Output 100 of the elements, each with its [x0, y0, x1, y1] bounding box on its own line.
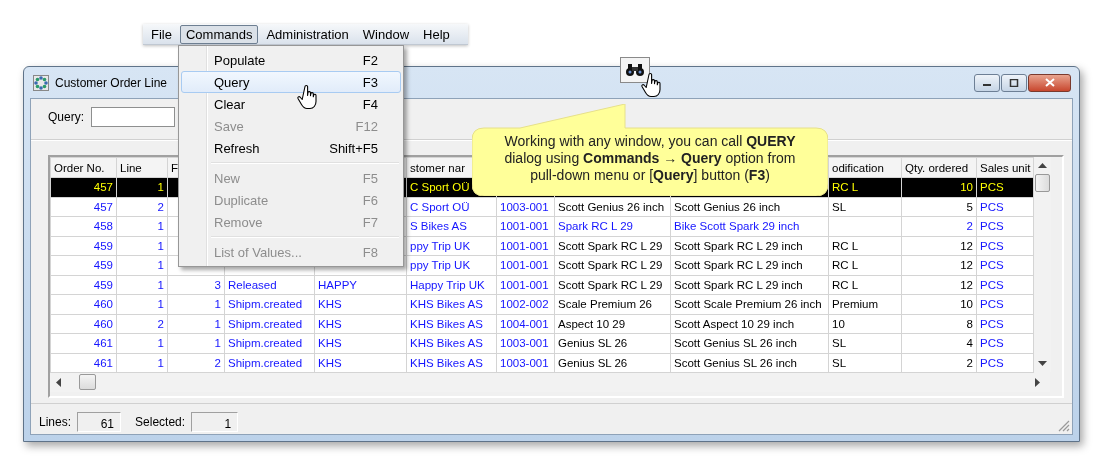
- menu-item[interactable]: Refresh Shift+F5: [181, 137, 401, 159]
- table-cell: Scott Genius SL 26 inch: [670, 333, 829, 353]
- table-cell: 460: [50, 294, 117, 314]
- menu-bar-item[interactable]: Administration: [260, 24, 355, 44]
- table-cell: Genius SL 26: [554, 353, 671, 373]
- menu-item[interactable]: Query F3: [181, 71, 401, 93]
- table-cell: Shipm.created: [224, 333, 315, 353]
- table-cell: 1001-001: [496, 236, 555, 256]
- menu-bar-item[interactable]: Window: [356, 24, 416, 44]
- table-cell: 2: [167, 353, 225, 373]
- table-cell: 1: [116, 333, 168, 353]
- table-cell: 458: [50, 216, 117, 236]
- menu-item[interactable]: Populate F2: [181, 49, 401, 71]
- table-cell: 1: [116, 294, 168, 314]
- maximize-icon: [1009, 78, 1019, 87]
- table-cell: 2: [116, 314, 168, 334]
- query-button[interactable]: [620, 57, 650, 83]
- table-cell: 1001-001: [496, 255, 555, 275]
- table-cell: 460: [50, 314, 117, 334]
- menu-bar-item[interactable]: File: [145, 24, 178, 44]
- table-cell: PCS: [976, 353, 1034, 373]
- table-cell: KHS Bikes AS: [406, 353, 497, 373]
- window-title: Customer Order Line: [55, 75, 168, 90]
- selected-count: 1: [191, 412, 239, 432]
- query-field[interactable]: [91, 107, 175, 127]
- column-header: Order No.: [50, 157, 117, 178]
- table-cell: Shipm.created: [224, 294, 315, 314]
- table-cell: 8: [901, 314, 977, 334]
- column-header: Sales unit: [976, 157, 1034, 178]
- table-cell: KHS: [314, 314, 407, 334]
- scroll-thumb[interactable]: [79, 374, 96, 390]
- table-cell: Genius SL 26: [554, 333, 671, 353]
- table-cell: PCS: [976, 236, 1034, 256]
- table-cell: RC L: [828, 236, 902, 256]
- table-cell: KHS Bikes AS: [406, 294, 497, 314]
- table-row[interactable]: 461 1 1 Shipm.created KHS KHS Bikes AS 1003-001 Genius SL 26 Scott Genius SL 26 inch SL 4 PCS: [50, 333, 1034, 353]
- resize-grip-icon[interactable]: [1058, 420, 1070, 432]
- scroll-up-icon[interactable]: [1038, 163, 1047, 168]
- maximize-button[interactable]: [1001, 73, 1027, 92]
- app-icon: [33, 74, 49, 91]
- menu-bar-item[interactable]: Commands: [179, 24, 259, 44]
- table-row[interactable]: 461 1 2 Shipm.created KHS KHS Bikes AS 1003-001 Genius SL 26 Scott Genius SL 26 inch SL 2 PCS: [50, 353, 1034, 373]
- lines-label: Lines:: [39, 415, 72, 429]
- table-cell: 1001-001: [496, 216, 555, 236]
- scroll-down-icon[interactable]: [1038, 361, 1047, 366]
- table-cell: Released: [224, 275, 315, 295]
- table-cell: ppy Trip UK: [406, 236, 497, 256]
- table-cell: KHS: [314, 294, 407, 314]
- table-cell: Happy Trip UK: [406, 275, 497, 295]
- close-icon: [1044, 78, 1055, 87]
- table-cell: RC L: [828, 255, 902, 275]
- column-header: Line: [116, 157, 168, 178]
- table-row[interactable]: 460 2 1 Shipm.created KHS KHS Bikes AS 1004-001 Aspect 10 29 Scott Aspect 10 29 inch 10 8 PCS: [50, 314, 1034, 334]
- table-cell: Scott Spark RC L 29: [554, 255, 671, 275]
- table-cell: PCS: [976, 294, 1034, 314]
- table-cell: 10: [828, 314, 902, 334]
- table-cell: Scott Spark RC L 29 inch: [670, 236, 829, 256]
- table-cell: Scott Spark RC L 29: [554, 275, 671, 295]
- table-cell: 5: [901, 197, 977, 217]
- table-row[interactable]: 460 1 1 Shipm.created KHS KHS Bikes AS 1002-002 Scale Premium 26 Scott Scale Premium 26 inch Premium 10 PCS: [50, 294, 1034, 314]
- table-cell: SL: [828, 333, 902, 353]
- table-cell: HAPPY: [314, 275, 407, 295]
- table-cell: 1: [116, 236, 168, 256]
- table-cell: 1: [116, 275, 168, 295]
- scroll-left-icon[interactable]: [56, 377, 61, 387]
- table-cell: S Bikes AS: [406, 216, 497, 236]
- table-cell: 459: [50, 236, 117, 256]
- menu-bar-item[interactable]: Help: [417, 24, 456, 44]
- table-cell: PCS: [976, 255, 1034, 275]
- table-cell: 1003-001: [496, 333, 555, 353]
- table-cell: 1: [167, 294, 225, 314]
- table-row[interactable]: 459 1 3 Released HAPPY Happy Trip UK 1001-001 Scott Spark RC L 29 Scott Spark RC L 29 inch RC L 12 PCS: [50, 275, 1034, 295]
- scroll-thumb[interactable]: [1035, 174, 1050, 192]
- table-cell: 457: [50, 197, 117, 217]
- table-cell: Scott Aspect 10 29 inch: [670, 314, 829, 334]
- close-button[interactable]: [1028, 73, 1071, 92]
- table-cell: 2: [901, 216, 977, 236]
- table-cell: PCS: [976, 275, 1034, 295]
- column-header: odification: [828, 157, 902, 178]
- table-cell: Bike Scott Spark 29 inch: [670, 216, 829, 236]
- table-cell: Scott Genius SL 26 inch: [670, 353, 829, 373]
- selected-label: Selected:: [135, 415, 186, 429]
- table-cell: Scott Spark RC L 29 inch: [670, 275, 829, 295]
- table-cell: 1: [116, 353, 168, 373]
- table-cell: 2: [901, 353, 977, 373]
- binoculars-icon: [625, 63, 645, 77]
- table-cell: 12: [901, 255, 977, 275]
- table-cell: Shipm.created: [224, 314, 315, 334]
- table-cell: SL: [828, 353, 902, 373]
- table-cell: 3: [167, 275, 225, 295]
- table-cell: KHS Bikes AS: [406, 333, 497, 353]
- minimize-button[interactable]: [974, 73, 1000, 92]
- table-cell: 1004-001: [496, 314, 555, 334]
- menu-item[interactable]: Clear F4: [181, 93, 401, 115]
- table-cell: Shipm.created: [224, 353, 315, 373]
- table-cell: 1002-002: [496, 294, 555, 314]
- table-cell: Scale Premium 26: [554, 294, 671, 314]
- column-header: Qty. ordered: [901, 157, 977, 178]
- table-cell: Scott Genius 26 inch: [670, 197, 829, 217]
- scroll-right-icon[interactable]: [1035, 377, 1040, 387]
